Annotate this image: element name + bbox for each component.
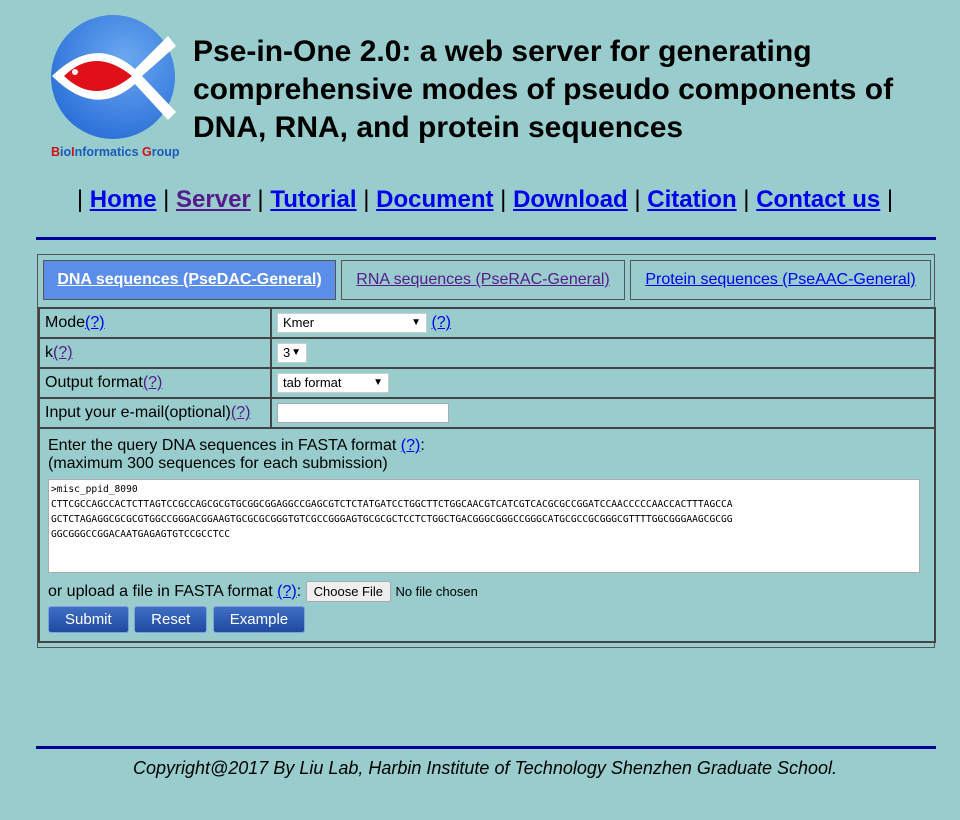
email-label: Input your e-mail(optional) (45, 404, 231, 421)
query-help-link[interactable]: (?) (401, 437, 421, 454)
nav-server[interactable]: Server (176, 186, 251, 213)
form-table: Mode(?) Kmer ▼ (?) k(?) 3 ▼ Output format(… (38, 307, 936, 643)
submit-button[interactable]: Submit (48, 606, 129, 633)
footer-divider (36, 746, 936, 749)
k-select[interactable]: 3 ▼ (277, 343, 307, 363)
output-format-label: Output format (45, 374, 143, 391)
nav-citation[interactable]: Citation (647, 186, 736, 213)
example-button[interactable]: Example (212, 606, 306, 633)
mode-label: Mode (45, 314, 86, 331)
k-help-link[interactable]: (?) (53, 344, 73, 361)
tab-rna[interactable]: RNA sequences (PseRAC-General) (341, 260, 625, 300)
tab-rna-link[interactable]: RNA sequences (PseRAC-General) (356, 271, 609, 288)
mode-help-link[interactable]: (?) (85, 314, 105, 331)
nav-tutorial[interactable]: Tutorial (270, 186, 356, 213)
chevron-down-icon: ▼ (411, 317, 421, 328)
choose-file-button[interactable]: Choose File (305, 581, 391, 602)
divider (36, 237, 936, 240)
reset-button[interactable]: Reset (134, 606, 208, 633)
chevron-down-icon: ▼ (291, 347, 301, 358)
main-nav: | Home | Server | Tutorial | Document | … (76, 186, 894, 213)
svg-text:BioInformatics Group: BioInformatics Group (51, 145, 180, 159)
email-input[interactable] (277, 403, 449, 423)
query-label: Enter the query DNA sequences in FASTA f… (48, 437, 401, 454)
upload-help-link[interactable]: (?) (277, 583, 297, 600)
tab-protein-link[interactable]: Protein sequences (PseAAC-General) (645, 271, 915, 288)
nav-download[interactable]: Download (513, 186, 628, 213)
tab-dna-link[interactable]: DNA sequences (PseDAC-General) (57, 271, 321, 288)
copyright: Copyright@2017 By Liu Lab, Harbin Instit… (132, 758, 838, 778)
k-label: k (45, 344, 53, 361)
file-status: No file chosen (395, 584, 478, 599)
query-note: (maximum 300 sequences for each submissi… (48, 455, 388, 472)
sequence-textarea[interactable]: >misc_ppid_8090 CTTCGCCAGCCACTCTTAGTCCGC… (48, 479, 920, 573)
chevron-down-icon: ▼ (373, 377, 383, 388)
nav-contact[interactable]: Contact us (756, 186, 880, 213)
nav-document[interactable]: Document (376, 186, 493, 213)
output-format-help-link[interactable]: (?) (143, 374, 163, 391)
upload-label: or upload a file in FASTA format (48, 583, 278, 600)
output-format-select[interactable]: tab format ▼ (277, 373, 389, 393)
server-panel: DNA sequences (PseDAC-General) RNA seque… (37, 254, 936, 648)
tab-protein[interactable]: Protein sequences (PseAAC-General) (630, 260, 931, 300)
nav-home[interactable]: Home (90, 186, 157, 213)
bioinformatics-group-logo: BioInformatics Group (50, 14, 180, 164)
page-title: Pse-in-One 2.0: a web server for generat… (193, 35, 894, 144)
email-help-link[interactable]: (?) (231, 404, 251, 421)
tab-dna[interactable]: DNA sequences (PseDAC-General) (43, 260, 336, 300)
mode-select[interactable]: Kmer ▼ (277, 313, 427, 333)
mode-detail-help-link[interactable]: (?) (431, 314, 451, 331)
